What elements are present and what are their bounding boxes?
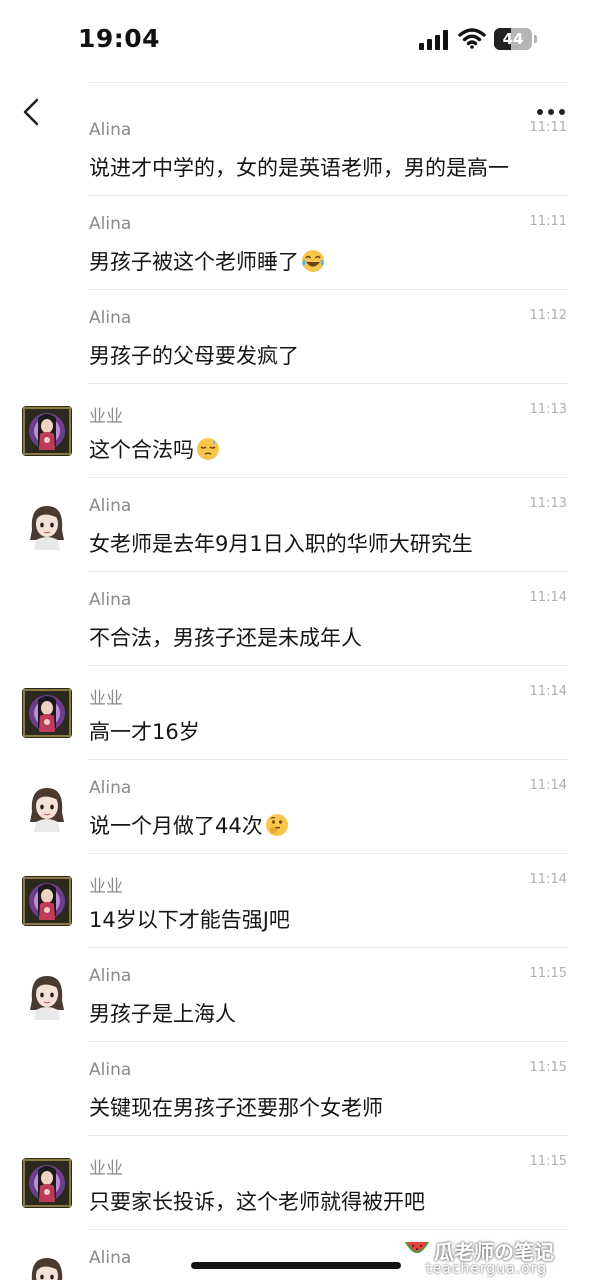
message-text: 14岁以下才能告强J吧	[89, 904, 290, 934]
sleepy-face-emoji-icon	[197, 438, 219, 460]
battery-indicator: 44	[494, 28, 540, 50]
message-text: 关键现在男孩子还要那个女老师	[89, 1092, 383, 1122]
sender-name: 业业	[89, 877, 123, 897]
message-item[interactable]: Alina 11:11 男孩子被这个老师睡了	[0, 196, 590, 290]
sender-name: Alina	[89, 778, 132, 798]
message-item[interactable]: 业业 11:13 这个合法吗	[0, 384, 590, 478]
cellular-signal-icon	[419, 30, 448, 50]
message-item[interactable]: Alina 11:14 不合法，男孩子还是未成年人	[0, 572, 590, 666]
battery-level: 44	[502, 30, 524, 48]
message-text-content: 不合法，男孩子还是未成年人	[89, 626, 362, 650]
message-item[interactable]: Alina 11:15 关键现在男孩子还要那个女老师	[0, 1042, 590, 1136]
sender-name: Alina	[89, 966, 132, 986]
status-bar: 19:04 44	[0, 0, 590, 80]
sender-name: Alina	[89, 120, 132, 140]
message-text: 说一个月做了44次	[89, 810, 289, 840]
message-item[interactable]: Alina 11:15 男孩子是上海人	[0, 948, 590, 1042]
message-time: 11:15	[529, 966, 567, 981]
message-text: 只要家长投诉，这个老师就得被开吧	[89, 1186, 425, 1216]
message-time: 11:14	[529, 590, 567, 605]
anime-avatar[interactable]	[22, 406, 72, 456]
message-time: 11:11	[529, 120, 567, 135]
sender-name: 业业	[89, 689, 123, 709]
message-text: 男孩子的父母要发疯了	[89, 340, 299, 370]
message-item[interactable]: Alina 11:11 说进才中学的，女的是英语老师，男的是高一	[0, 102, 590, 196]
message-text-content: 说一个月做了44次	[89, 814, 263, 838]
sender-name: Alina	[89, 214, 132, 234]
home-indicator[interactable]	[191, 1262, 401, 1269]
message-text: 这个合法吗	[89, 434, 220, 464]
message-text-content: 14岁以下才能告强J吧	[89, 908, 290, 932]
message-time: 11:11	[529, 214, 567, 229]
sender-name: Alina	[89, 1060, 132, 1080]
cartoon-girl-avatar[interactable]	[22, 500, 72, 550]
sender-name: Alina	[89, 1248, 132, 1268]
message-text: 女老师是去年9月1日入职的华师大研究生	[89, 528, 473, 558]
sender-name: Alina	[89, 590, 132, 610]
anime-avatar[interactable]	[22, 1158, 72, 1208]
message-time: 11:13	[529, 402, 567, 417]
message-item[interactable]: Alina 11:14 说一个月做了44次	[0, 760, 590, 854]
message-item[interactable]: Alina 11:12 男孩子的父母要发疯了	[0, 290, 590, 384]
message-text: 男孩子是上海人	[89, 998, 236, 1028]
message-text: 不合法，男孩子还是未成年人	[89, 622, 362, 652]
message-time: 11:14	[529, 778, 567, 793]
message-text: 男孩子被这个老师睡了	[89, 246, 325, 276]
watermark-url: teachergua.org	[426, 1261, 548, 1277]
message-item[interactable]: 业业 11:14 高一才16岁	[0, 666, 590, 760]
battery-body: 44	[494, 28, 532, 50]
sender-name: 业业	[89, 407, 123, 427]
anime-avatar[interactable]	[22, 876, 72, 926]
thinking-face-emoji-icon	[265, 814, 288, 836]
message-text-content: 说进才中学的，女的是英语老师，男的是高一	[89, 156, 509, 180]
message-text-content: 高一才16岁	[89, 720, 200, 744]
message-text-content: 男孩子被这个老师睡了	[89, 250, 299, 274]
message-time: 11:14	[529, 684, 567, 699]
message-text-content: 男孩子的父母要发疯了	[89, 344, 299, 368]
status-time: 19:04	[78, 24, 161, 53]
anime-avatar[interactable]	[22, 688, 72, 738]
watermelon-icon	[405, 1242, 429, 1253]
sender-name: 业业	[89, 1159, 123, 1179]
top-divider	[88, 82, 568, 83]
wifi-icon	[458, 28, 486, 49]
cartoon-girl-avatar[interactable]	[22, 970, 72, 1020]
message-time: 11:14	[529, 872, 567, 887]
sender-name: Alina	[89, 496, 132, 516]
battery-cap	[534, 35, 537, 43]
message-time: 11:13	[529, 496, 567, 511]
chat-screen: 19:04 44 Alina 11:11 说进才中学的，女的是英语老师，男的是高…	[0, 0, 590, 1280]
message-text-content: 只要家长投诉，这个老师就得被开吧	[89, 1190, 425, 1214]
message-time: 11:12	[529, 308, 567, 323]
message-item[interactable]: 业业 11:14 14岁以下才能告强J吧	[0, 854, 590, 948]
message-text: 高一才16岁	[89, 716, 200, 746]
message-item[interactable]: 业业 11:15 只要家长投诉，这个老师就得被开吧	[0, 1136, 590, 1230]
cartoon-girl-avatar[interactable]	[22, 782, 72, 832]
message-text-content: 关键现在男孩子还要那个女老师	[89, 1096, 383, 1120]
message-time: 11:15	[529, 1154, 567, 1169]
laughing-crying-emoji-icon	[302, 250, 324, 272]
message-text-content: 女老师是去年9月1日入职的华师大研究生	[89, 532, 473, 556]
sender-name: Alina	[89, 308, 132, 328]
message-text: 说进才中学的，女的是英语老师，男的是高一	[89, 152, 509, 182]
message-text-content: 这个合法吗	[89, 438, 194, 462]
cartoon-girl-avatar[interactable]	[22, 1252, 72, 1280]
watermark: 瓜老师の笔记 teachergua.org	[404, 1236, 584, 1280]
message-time: 11:15	[529, 1060, 567, 1075]
message-item[interactable]: Alina 11:13 女老师是去年9月1日入职的华师大研究生	[0, 478, 590, 572]
message-text-content: 男孩子是上海人	[89, 1002, 236, 1026]
